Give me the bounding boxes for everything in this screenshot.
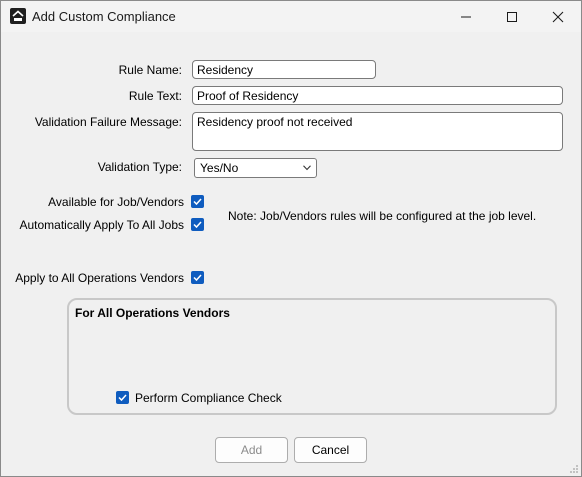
rule-name-input[interactable]: Residency xyxy=(192,60,376,79)
available-vendors-label: Available for Job/Vendors xyxy=(48,195,184,209)
checkmark-icon xyxy=(193,221,202,229)
validation-type-label: Validation Type: xyxy=(97,160,182,174)
perform-check-checkbox[interactable] xyxy=(116,391,129,404)
add-button[interactable]: Add xyxy=(215,437,288,463)
checkmark-icon xyxy=(193,198,202,206)
perform-check-label: Perform Compliance Check xyxy=(135,391,282,405)
rule-text-label: Rule Text: xyxy=(128,89,182,103)
cancel-button[interactable]: Cancel xyxy=(294,437,367,463)
app-logo-icon xyxy=(10,8,26,24)
window-title: Add Custom Compliance xyxy=(32,9,176,24)
close-button[interactable] xyxy=(535,1,581,32)
failure-message-textarea[interactable]: Residency proof not received xyxy=(192,112,563,151)
checkmark-icon xyxy=(118,394,127,402)
auto-apply-checkbox[interactable] xyxy=(191,218,204,231)
close-icon xyxy=(552,11,564,22)
validation-type-select[interactable]: Yes/No xyxy=(194,158,317,178)
job-level-note: Note: Job/Vendors rules will be configur… xyxy=(228,209,537,223)
minimize-button[interactable] xyxy=(443,1,489,32)
rule-name-label: Rule Name: xyxy=(118,63,182,77)
available-vendors-checkbox[interactable] xyxy=(191,195,204,208)
failure-message-label: Validation Failure Message: xyxy=(34,115,182,129)
maximize-icon xyxy=(507,11,517,22)
validation-type-value: Yes/No xyxy=(200,161,239,175)
title-bar[interactable]: Add Custom Compliance xyxy=(1,1,581,32)
apply-operations-label: Apply to All Operations Vendors xyxy=(15,271,184,285)
rule-text-input[interactable]: Proof of Residency xyxy=(192,86,563,105)
chevron-down-icon xyxy=(303,165,311,171)
group-title: For All Operations Vendors xyxy=(75,306,230,320)
minimize-icon xyxy=(461,16,471,17)
auto-apply-label: Automatically Apply To All Jobs xyxy=(19,218,184,232)
dialog-window: Add Custom Compliance Rule Name: Residen… xyxy=(0,0,582,477)
apply-operations-checkbox[interactable] xyxy=(191,271,204,284)
resize-grip-icon[interactable] xyxy=(569,464,579,474)
maximize-button[interactable] xyxy=(489,1,535,32)
checkmark-icon xyxy=(193,274,202,282)
